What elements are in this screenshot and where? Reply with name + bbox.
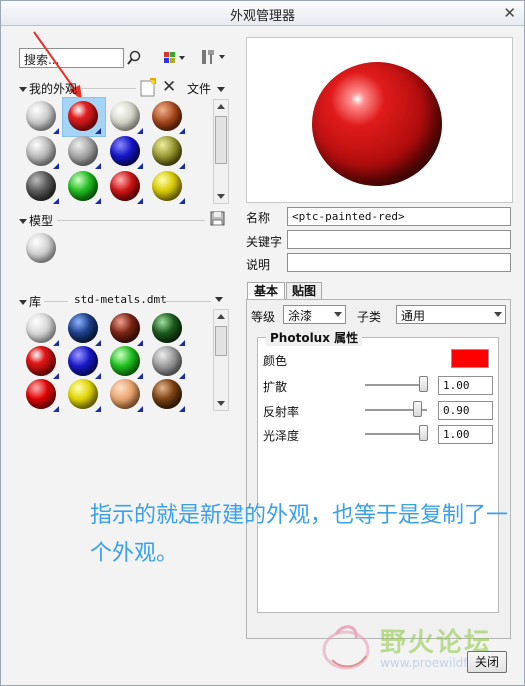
library-swatch[interactable] (26, 379, 59, 412)
title-bar: 外观管理器 ✕ (1, 1, 524, 26)
library-swatch[interactable] (110, 313, 143, 346)
view-mode-icon[interactable] (163, 50, 187, 66)
my-appearances-scrollbar[interactable] (213, 99, 229, 204)
chevron-down-icon (494, 312, 502, 317)
library-swatch[interactable] (152, 313, 185, 346)
level-value: 涂漆 (288, 309, 313, 323)
appearance-swatch[interactable] (68, 136, 101, 169)
color-label: 颜色 (263, 354, 288, 368)
window-title: 外观管理器 (229, 9, 295, 24)
description-field[interactable] (287, 253, 511, 272)
library-header[interactable]: 库 (19, 293, 41, 310)
chevron-down-icon (334, 312, 342, 317)
close-button[interactable]: 关闭 (467, 651, 507, 673)
diffuse-value-field[interactable]: 1.00 (438, 376, 493, 395)
model-title: 模型 (29, 214, 54, 228)
annotation-text: 指示的就是新建的外观，也等于是复制了一个外观。 (90, 503, 509, 566)
library-scrollbar[interactable] (213, 309, 229, 411)
appearance-swatch[interactable] (26, 136, 59, 169)
diffuse-label: 扩散 (263, 380, 288, 394)
appearance-swatch[interactable] (152, 101, 185, 134)
name-field[interactable]: <ptc-painted-red> (287, 207, 511, 226)
collapse-triangle-icon[interactable] (19, 219, 27, 224)
reflectivity-value-field[interactable]: 0.90 (438, 401, 493, 420)
photolux-title: Photolux 属性 (266, 329, 363, 346)
new-appearance-icon[interactable] (138, 78, 158, 98)
scroll-thumb[interactable] (215, 116, 227, 164)
watermark-logo-icon (322, 625, 370, 670)
scroll-up-icon[interactable] (217, 104, 225, 109)
section-divider (57, 220, 205, 221)
appearance-swatch[interactable] (110, 136, 143, 169)
subtype-select[interactable]: 通用 (396, 305, 506, 324)
my-appearances-header[interactable]: 我的外观 (19, 80, 77, 97)
subtype-label: 子类 (357, 310, 382, 324)
my-appearances-title: 我的外观 (29, 82, 78, 96)
tab-basic[interactable]: 基本 (247, 282, 285, 300)
tools-icon[interactable] (200, 48, 228, 66)
appearance-swatch[interactable] (110, 101, 143, 134)
library-swatch[interactable] (68, 379, 101, 412)
appearance-swatch[interactable] (26, 101, 59, 134)
section-divider (163, 301, 211, 302)
name-label: 名称 (246, 211, 271, 225)
library-title: 库 (29, 295, 42, 309)
scroll-thumb[interactable] (215, 326, 227, 356)
diffuse-slider-knob[interactable] (419, 376, 428, 392)
library-swatch[interactable] (152, 379, 185, 412)
model-appearance-swatch[interactable] (26, 233, 56, 263)
scroll-down-icon[interactable] (217, 194, 225, 199)
gloss-slider-track[interactable] (365, 433, 427, 436)
file-menu-dropdown-icon (217, 87, 226, 92)
appearance-preview (246, 37, 513, 203)
library-swatch[interactable] (68, 346, 101, 379)
library-swatch[interactable] (152, 346, 185, 379)
library-swatch[interactable] (26, 346, 59, 379)
appearance-swatch[interactable] (26, 171, 59, 204)
gloss-label: 光泽度 (263, 429, 300, 443)
save-model-icon[interactable] (210, 211, 226, 227)
appearance-swatch[interactable] (110, 171, 143, 204)
library-swatch[interactable] (110, 379, 143, 412)
reflectivity-slider-knob[interactable] (413, 401, 422, 417)
section-divider (82, 88, 136, 89)
library-swatch[interactable] (110, 346, 143, 379)
appearance-swatch[interactable] (152, 171, 185, 204)
level-label: 等级 (251, 310, 276, 324)
gloss-value-field[interactable]: 1.00 (438, 425, 493, 444)
level-select[interactable]: 涂漆 (283, 305, 346, 324)
keyword-field[interactable] (287, 230, 511, 249)
model-header[interactable]: 模型 (19, 212, 53, 229)
library-dropdown-icon[interactable] (215, 297, 223, 302)
window-close-icon[interactable]: ✕ (503, 4, 516, 22)
subtype-value: 通用 (401, 309, 426, 323)
search-icon[interactable] (126, 50, 142, 66)
appearance-swatch[interactable] (68, 171, 101, 204)
tab-texture[interactable]: 贴图 (286, 282, 322, 300)
collapse-triangle-icon[interactable] (19, 87, 27, 92)
keyword-label: 关键字 (246, 235, 283, 249)
preview-sphere (312, 62, 442, 186)
library-file: std-metals.dmt (74, 293, 167, 306)
color-swatch-button[interactable] (451, 349, 489, 368)
reflectivity-label: 反射率 (263, 405, 300, 419)
diffuse-slider-track[interactable] (365, 384, 427, 387)
scroll-up-icon[interactable] (217, 314, 225, 319)
collapse-triangle-icon[interactable] (19, 300, 27, 305)
section-divider (44, 301, 68, 302)
delete-icon[interactable]: ✕ (162, 77, 176, 97)
file-menu[interactable]: 文件 (187, 80, 227, 97)
appearance-swatch-ptc-painted-red[interactable] (68, 101, 101, 134)
scroll-down-icon[interactable] (217, 401, 225, 406)
library-swatch[interactable] (68, 313, 101, 346)
appearance-swatch[interactable] (152, 136, 185, 169)
file-menu-label: 文件 (187, 82, 212, 96)
description-label: 说明 (246, 258, 271, 272)
library-swatch[interactable] (26, 313, 59, 346)
gloss-slider-knob[interactable] (419, 425, 428, 441)
